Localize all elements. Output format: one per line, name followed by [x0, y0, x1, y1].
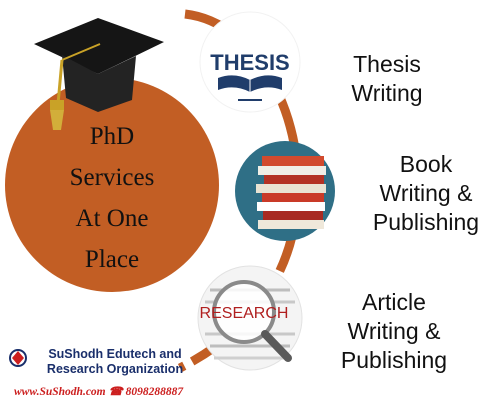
book-stack-icon: [235, 141, 335, 241]
organization-name: SuShodh Edutech and Research Organizatio…: [30, 347, 200, 377]
thesis-logo-text: THESIS: [210, 50, 289, 75]
service-label-line: Writing &: [379, 180, 473, 206]
service-label-line: Writing: [351, 80, 423, 106]
research-logo-text: RESEARCH: [200, 305, 289, 322]
service-label-article: Article Writing & Publishing: [322, 288, 466, 375]
main-circle-line: Services: [69, 164, 155, 191]
service-label-line: Publishing: [340, 347, 448, 373]
main-circle-text: PhD Services At One Place: [50, 116, 174, 280]
organization-contact: www.SuShodh.com ☎ 8098288887: [14, 386, 184, 398]
organization-name-line: SuShodh Edutech and: [48, 347, 182, 361]
main-circle-line: Place: [84, 246, 140, 273]
service-label-line: Writing &: [347, 318, 441, 344]
service-label-book: Book Writing & Publishing: [354, 150, 498, 237]
service-label-line: Thesis: [353, 51, 421, 77]
infographic: THESIS RESEARCH PhD Services At One Plac…: [0, 0, 500, 405]
service-label-line: Publishing: [372, 209, 480, 235]
service-label-thesis: Thesis Writing: [322, 50, 452, 108]
thesis-logo: THESIS: [199, 11, 301, 113]
service-label-line: Book: [399, 151, 453, 177]
organization-logo-icon: [9, 349, 27, 367]
organization-name-line: Research Organization: [46, 362, 184, 376]
main-circle-line: At One: [75, 205, 149, 232]
main-circle-line: PhD: [89, 123, 135, 150]
service-label-line: Article: [362, 289, 426, 315]
research-magnifier-icon: RESEARCH: [197, 265, 303, 371]
